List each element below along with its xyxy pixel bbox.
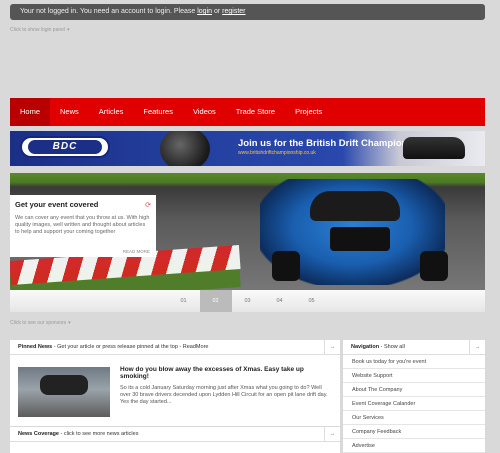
pager-item-03[interactable]: 03 xyxy=(232,290,264,312)
post-excerpt: So its a cold January Saturday morning j… xyxy=(120,385,328,405)
show-sponsors-toggle[interactable]: Click to see our sponsors ▾ xyxy=(10,320,71,326)
arrow-right-icon[interactable]: → xyxy=(469,340,485,355)
side-nav-header: Navigation - Show all → xyxy=(343,340,485,355)
pager-item-05[interactable]: 05 xyxy=(296,290,328,312)
side-nav-item[interactable]: Event Coverage Calander xyxy=(343,397,485,411)
show-login-panel-toggle[interactable]: Click to show login panel ▾ xyxy=(10,27,70,33)
car-wheel-right xyxy=(420,251,448,281)
side-nav-item[interactable]: Our Services xyxy=(343,411,485,425)
arrow-right-icon[interactable]: → xyxy=(324,340,340,355)
banner-car-image xyxy=(403,137,465,159)
nav-item-articles[interactable]: Articles xyxy=(89,98,134,126)
side-navigation: Navigation - Show all → Book us today fo… xyxy=(343,340,485,453)
login-bar: Your not logged in. You need an account … xyxy=(10,4,485,20)
pinned-news-subtitle[interactable]: Get your article or press release pinned… xyxy=(57,344,208,350)
arrow-down-icon: ▾ xyxy=(68,320,71,326)
bdc-logo-text: BDC xyxy=(28,140,102,154)
show-login-panel-label: Click to show login panel xyxy=(10,27,66,33)
banner-url: www.britishdriftchampionship.co.uk xyxy=(238,150,316,156)
car-windshield xyxy=(310,191,400,221)
pager-item-02[interactable]: 02 xyxy=(199,290,232,312)
nav-item-home[interactable]: Home xyxy=(10,98,51,126)
news-coverage-header: News Coverage - click to see more news a… xyxy=(10,427,340,442)
car-wheel-left xyxy=(272,251,300,281)
register-link[interactable]: register xyxy=(222,8,245,15)
pager-item-04[interactable]: 04 xyxy=(264,290,296,312)
side-nav-item[interactable]: About The Company xyxy=(343,383,485,397)
login-or: or xyxy=(213,8,221,15)
slider-pager: 01 02 03 04 05 xyxy=(10,290,485,312)
side-nav-item[interactable]: Book us today for you're event xyxy=(343,355,485,369)
slide-caption-text: We can cover any event that you throw at… xyxy=(15,215,150,235)
banner-headline: Join us for the British Drift Championsh… xyxy=(238,138,427,149)
read-more-link[interactable]: READ MORE xyxy=(123,249,150,254)
side-nav-title: Navigation xyxy=(351,344,380,350)
login-link[interactable]: login xyxy=(197,8,212,15)
nav-item-news[interactable]: News xyxy=(50,98,89,126)
news-coverage-subtitle[interactable]: click to see more news articles xyxy=(64,431,139,437)
show-all-link[interactable]: Show all xyxy=(384,344,405,350)
pinned-news-panel: Pinned News - Get your article or press … xyxy=(10,340,340,426)
nav-item-trade-store[interactable]: Trade Store xyxy=(226,98,285,126)
news-coverage-title: News Coverage xyxy=(18,431,59,437)
post-thumbnail-car xyxy=(40,375,88,395)
bdc-logo: BDC xyxy=(20,136,110,158)
car-hood xyxy=(330,227,390,251)
nav-item-features[interactable]: Features xyxy=(133,98,183,126)
nav-item-projects[interactable]: Projects xyxy=(285,98,332,126)
slide-caption: Get your event covered ⟳ We can cover an… xyxy=(10,195,156,257)
nav-item-videos[interactable]: Videos xyxy=(183,98,226,126)
side-nav-item[interactable]: Website Support xyxy=(343,369,485,383)
helmet-image xyxy=(160,131,210,166)
news-coverage-panel: News Coverage - click to see more news a… xyxy=(10,427,340,453)
championship-banner-ad[interactable]: BDC Join us for the British Drift Champi… xyxy=(10,131,485,166)
refresh-icon: ⟳ xyxy=(145,202,151,209)
show-sponsors-label: Click to see our sponsors xyxy=(10,320,67,326)
pager-item-01[interactable]: 01 xyxy=(168,290,200,312)
main-navigation: Home News Articles Features Videos Trade… xyxy=(10,98,485,126)
side-nav-item[interactable]: Company Feedback xyxy=(343,425,485,439)
slide-caption-title: Get your event covered xyxy=(15,200,99,209)
login-message: Your not logged in. You need an account … xyxy=(20,8,196,15)
post-title[interactable]: How do you blow away the excesses of Xma… xyxy=(120,366,330,380)
arrow-down-icon: ▾ xyxy=(67,27,70,33)
arrow-right-icon[interactable]: → xyxy=(324,427,340,442)
pinned-news-title: Pinned News xyxy=(18,344,53,350)
pinned-news-header: Pinned News - Get your article or press … xyxy=(10,340,340,355)
side-nav-item[interactable]: Advertise xyxy=(343,439,485,453)
